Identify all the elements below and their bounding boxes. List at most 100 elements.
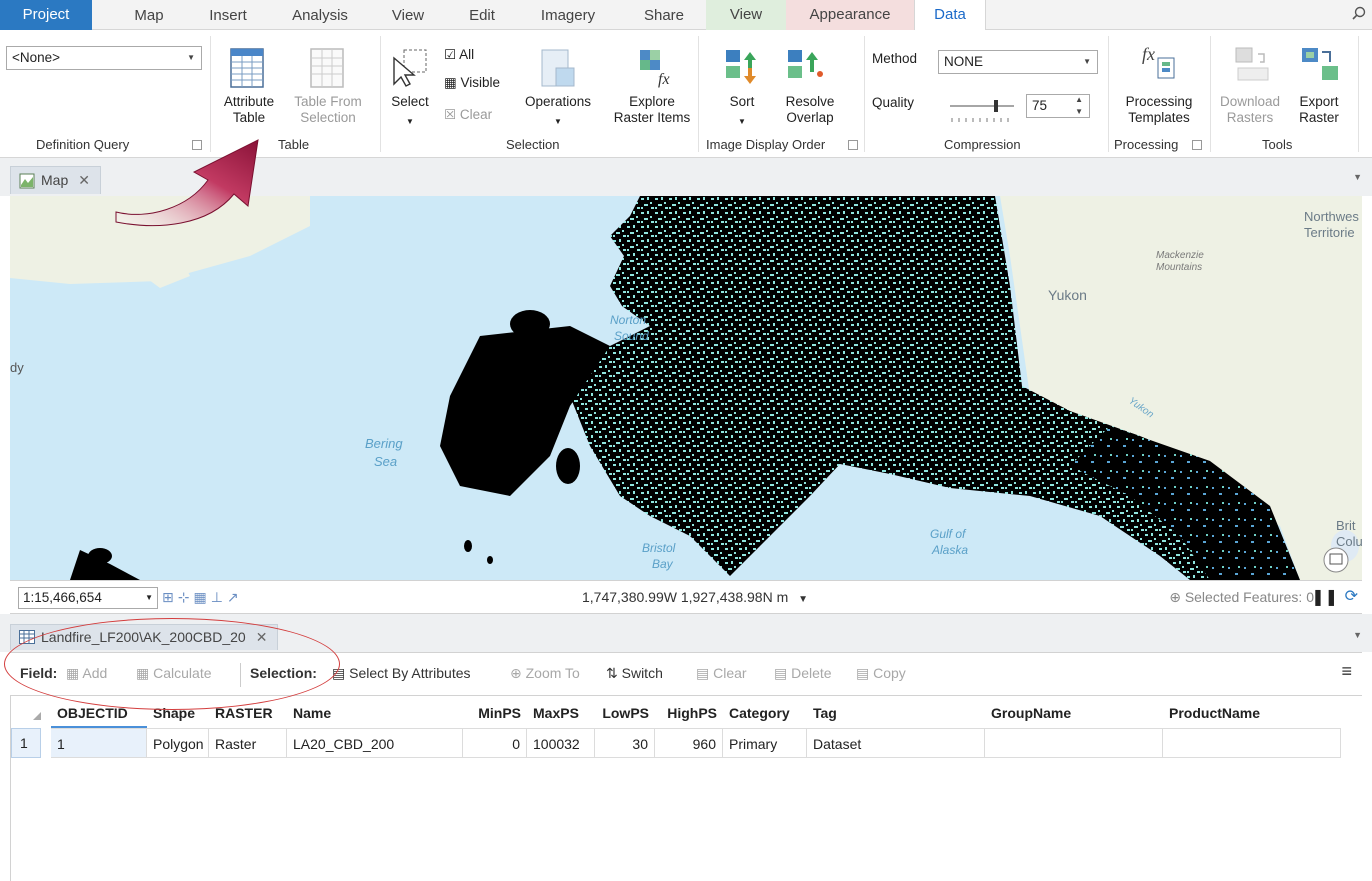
- processing-templates-button[interactable]: Processing Templates: [1114, 94, 1204, 126]
- tab-analysis[interactable]: Analysis: [284, 6, 356, 30]
- navigate-icon[interactable]: ↗: [227, 589, 243, 605]
- column-header-category[interactable]: Category: [723, 698, 807, 728]
- grid-snap-icon[interactable]: ⊹: [178, 589, 194, 605]
- tab-appearance[interactable]: Appearance: [786, 0, 914, 30]
- cell-highps[interactable]: 960: [655, 728, 723, 758]
- column-header-tag[interactable]: Tag: [807, 698, 985, 728]
- cell-raster[interactable]: Raster: [209, 728, 287, 758]
- tab-context-view[interactable]: View: [706, 0, 786, 30]
- zoom-to-label: Zoom To: [525, 665, 580, 681]
- map-canvas[interactable]: Northwes Territorie Mackenzie Mountains …: [10, 196, 1362, 580]
- select-all-button[interactable]: ☑ All: [444, 46, 474, 64]
- map-label-brit: Brit: [1336, 518, 1356, 533]
- download-rasters-button[interactable]: Download Rasters: [1216, 94, 1284, 126]
- cell-productname[interactable]: [1163, 728, 1341, 758]
- copy-button[interactable]: ▤ Copy: [856, 665, 906, 682]
- chevron-down-icon[interactable]: ▼: [736, 114, 748, 130]
- dialog-launcher-icon[interactable]: [1192, 140, 1202, 150]
- group-separator: [864, 36, 865, 152]
- method-combo[interactable]: NONE ▼: [938, 50, 1098, 74]
- map-nav-tools[interactable]: ⊞⊹▦⊥↗: [162, 589, 243, 606]
- refresh-icon[interactable]: ⟳: [1345, 586, 1358, 606]
- select-button[interactable]: Select: [384, 94, 436, 110]
- spin-down-icon[interactable]: ▼: [1075, 101, 1083, 123]
- column-header-productname[interactable]: ProductName: [1163, 698, 1341, 728]
- method-value: NONE: [944, 54, 984, 69]
- chevron-down-icon: ▼: [1083, 57, 1091, 66]
- cell-tag[interactable]: Dataset: [807, 728, 985, 758]
- method-label: Method: [872, 51, 918, 66]
- coordinate-readout[interactable]: 1,747,380.99W 1,927,438.98N m ▼: [582, 589, 808, 605]
- cell-lowps[interactable]: 30: [595, 728, 655, 758]
- row-number[interactable]: 1: [11, 728, 41, 758]
- chevron-down-icon[interactable]: ▼: [798, 594, 808, 605]
- dialog-launcher-icon[interactable]: [848, 140, 858, 150]
- tab-share[interactable]: Share: [636, 6, 692, 30]
- chevron-down-icon[interactable]: ▼: [552, 114, 564, 130]
- clear-selection-table-button[interactable]: ▤ Clear: [696, 665, 747, 682]
- tab-insert[interactable]: Insert: [200, 6, 256, 30]
- definition-query-value: <None>: [12, 50, 61, 65]
- resolve-overlap-button[interactable]: Resolve Overlap: [768, 94, 852, 126]
- map-label-northwest: Northwes: [1304, 209, 1359, 224]
- selected-features[interactable]: ⊕ Selected Features: 0: [1169, 589, 1314, 606]
- download-rasters-icon: [1235, 47, 1269, 81]
- switch-selection-button[interactable]: ⇅ Switch: [606, 665, 663, 682]
- grid-icon[interactable]: ▦: [193, 589, 210, 605]
- chevron-down-icon[interactable]: ▼: [1353, 630, 1362, 640]
- pause-icon[interactable]: ❚❚: [1311, 587, 1338, 607]
- group-label-compression: Compression: [944, 137, 1021, 152]
- cell-name[interactable]: LA20_CBD_200: [287, 728, 463, 758]
- column-header-lowps[interactable]: LowPS: [595, 698, 655, 728]
- map-label-mackenzie: Mackenzie: [1156, 250, 1204, 261]
- explore-raster-items-icon: fx: [640, 50, 670, 88]
- column-header-groupname[interactable]: GroupName: [985, 698, 1163, 728]
- measure-icon[interactable]: ⊥: [211, 589, 227, 605]
- cell-objectid[interactable]: 1: [51, 728, 147, 758]
- column-header-name[interactable]: Name: [287, 698, 463, 728]
- select-visible-button[interactable]: ▦ Visible: [444, 74, 500, 92]
- tab-project[interactable]: Project: [0, 0, 92, 30]
- column-header-highps[interactable]: HighPS: [655, 698, 723, 728]
- map-icon: [19, 173, 35, 189]
- tab-imagery[interactable]: Imagery: [530, 6, 606, 30]
- definition-query-combo[interactable]: <None> ▼: [6, 46, 202, 70]
- chevron-down-icon[interactable]: ▼: [1353, 172, 1362, 182]
- cell-groupname[interactable]: [985, 728, 1163, 758]
- table-from-selection-button[interactable]: Table From Selection: [286, 94, 370, 126]
- cell-minps[interactable]: 0: [463, 728, 527, 758]
- column-header-maxps[interactable]: MaxPS: [527, 698, 595, 728]
- map-status-bar: 1:15,466,654 ▼ ⊞⊹▦⊥↗ 1,747,380.99W 1,927…: [10, 580, 1362, 614]
- tab-data[interactable]: Data: [914, 0, 986, 31]
- cell-category[interactable]: Primary: [723, 728, 807, 758]
- map-view[interactable]: Northwes Territorie Mackenzie Mountains …: [10, 196, 1362, 580]
- map-label-dy: dy: [10, 360, 24, 375]
- select-all-corner-icon[interactable]: [33, 712, 41, 720]
- quality-spinner[interactable]: 75 ▲ ▼: [1026, 94, 1090, 118]
- cell-maxps[interactable]: 100032: [527, 728, 595, 758]
- clear-selection-button[interactable]: ☒ Clear: [444, 106, 492, 124]
- zoom-to-button[interactable]: ⊕ Zoom To: [510, 665, 580, 682]
- hamburger-menu-icon[interactable]: ≡: [1341, 661, 1352, 682]
- delete-button[interactable]: ▤ Delete: [774, 665, 832, 682]
- export-raster-button[interactable]: Export Raster: [1288, 94, 1350, 126]
- group-separator: [1210, 36, 1211, 152]
- operations-button[interactable]: Operations: [516, 94, 600, 110]
- scale-combo[interactable]: 1:15,466,654 ▼: [18, 587, 158, 609]
- grid-add-icon[interactable]: ⊞: [162, 589, 178, 605]
- cell-shape[interactable]: Polygon: [147, 728, 209, 758]
- select-by-attributes-button[interactable]: ▤ Select By Attributes: [332, 665, 471, 682]
- tab-edit[interactable]: Edit: [460, 6, 504, 30]
- explore-raster-items-button[interactable]: Explore Raster Items: [612, 94, 692, 126]
- map-overlay-button[interactable]: [1323, 547, 1349, 573]
- sort-button[interactable]: Sort: [718, 94, 766, 110]
- close-icon[interactable]: ✕: [78, 172, 90, 188]
- quality-slider[interactable]: [948, 100, 1018, 124]
- map-tab[interactable]: Map ✕: [10, 166, 101, 194]
- tab-view[interactable]: View: [384, 6, 432, 30]
- attribute-table-button[interactable]: Attribute Table: [218, 94, 280, 126]
- search-icon[interactable]: [1352, 6, 1366, 20]
- column-header-minps[interactable]: MinPS: [463, 698, 527, 728]
- tab-map[interactable]: Map: [124, 6, 174, 30]
- chevron-down-icon[interactable]: ▼: [404, 114, 416, 130]
